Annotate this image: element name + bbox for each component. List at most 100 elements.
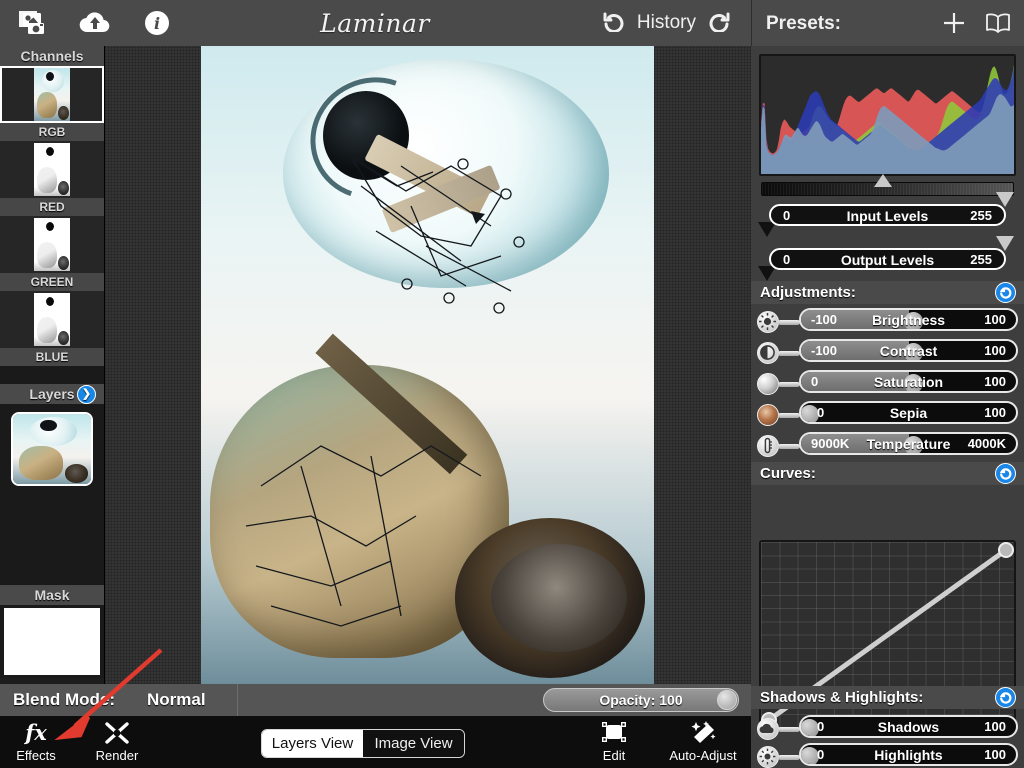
render-label: Render [95,748,139,763]
adjustments-header: Adjustments: [751,281,1024,304]
curves-header-label: Curves: [760,465,816,482]
fx-icon: fx [5,719,67,747]
curves-header: Curves: [751,462,1024,485]
top-toolbar: i Laminar History Presets: [0,0,1024,46]
tab-layers-view[interactable]: Layers View [262,730,363,757]
shadows-highlights-header-label: Shadows & Highlights: [760,689,924,706]
svg-text:fx: fx [23,720,47,745]
input-levels-row[interactable]: 0 Input Levels 255 [751,192,1024,237]
output-levels-label: Output Levels [840,252,935,268]
cloud-icon [757,718,779,740]
output-levels-slider[interactable]: 0 Output Levels 255 [769,248,1006,270]
adjustment-row-temperature[interactable]: 9000K Temperature 4000K [751,432,1024,462]
sketch-overlay [245,152,525,627]
temperature-slider[interactable]: 9000K Temperature 4000K [799,432,1018,455]
crop-transform-icon [583,719,645,747]
laminar-app: i Laminar History Presets: Channels RGB … [0,0,1024,768]
chevron-right-icon[interactable]: ❯ [77,385,96,404]
shadows-slider[interactable]: 0 Shadows 100 [799,715,1018,738]
channel-item-blue[interactable]: BLUE [0,291,104,366]
input-levels-slider[interactable]: 0 Input Levels 255 [769,204,1006,226]
blend-mode-value[interactable]: Normal [147,690,206,710]
opacity-slider[interactable]: Opacity: 100 [543,688,739,712]
blend-mode-label: Blend Mode: [13,690,115,709]
brush-pencil-icon [86,719,148,747]
layer-list [0,404,104,585]
tab-image-view[interactable]: Image View [363,730,464,757]
adjustment-row-saturation[interactable]: 0 Saturation 100 [751,370,1024,400]
channel-thumbnail-blue [0,291,104,348]
histogram-chart[interactable] [759,54,1016,176]
layers-header: Layers ❯ [0,384,104,404]
channel-label-blue: BLUE [0,348,104,366]
adjustment-row-highlights[interactable]: 0 Highlights 100 [751,743,1024,768]
input-levels-high: 255 [970,208,992,223]
highlights-slider[interactable]: 0 Highlights 100 [799,743,1018,766]
view-toggle[interactable]: Layers View Image View [261,729,465,758]
auto-adjust-button[interactable]: Auto-Adjust [661,719,745,763]
right-sidebar: 0 Input Levels 255 0 Output Levels 255 A… [751,46,1024,768]
list-item[interactable] [11,412,93,486]
saturation-slider[interactable]: 0 Saturation 100 [799,370,1018,393]
contrast-high: 100 [984,343,1006,358]
opacity-label: Opacity: 100 [599,692,683,708]
channel-label-rgb: RGB [0,123,104,141]
shadows-highlights-reset-icon[interactable] [995,687,1016,708]
render-button[interactable]: Render [86,719,148,763]
effects-button[interactable]: fx Effects [5,719,67,763]
input-levels-label: Input Levels [846,208,929,224]
channel-label-red: RED [0,198,104,216]
undo-icon[interactable] [599,10,625,37]
sun-icon [757,311,779,333]
canvas-photo[interactable] [201,46,654,684]
blend-bar-divider [237,684,238,716]
channel-item-rgb[interactable]: RGB [0,66,104,141]
output-levels-row[interactable]: 0 Output Levels 255 [751,236,1024,281]
mask-thumbnail[interactable] [0,605,104,678]
saturation-high: 100 [984,374,1006,389]
sepia-slider[interactable]: 0 Sepia 100 [799,401,1018,424]
channel-label-green: GREEN [0,273,104,291]
contrast-slider[interactable]: -100 Contrast 100 [799,339,1018,362]
adjustment-row-contrast[interactable]: -100 Contrast 100 [751,339,1024,369]
history-label[interactable]: History [637,12,696,34]
adjustments-reset-icon[interactable] [995,282,1016,303]
redo-icon[interactable] [708,10,734,37]
adjustment-row-shadows[interactable]: 0 Shadows 100 [751,715,1024,745]
adjustment-row-sepia[interactable]: 0 Sepia 100 [751,401,1024,431]
app-title: Laminar [320,8,430,38]
channel-thumbnail-red [0,141,104,198]
channel-thumbnail-green [0,216,104,273]
opacity-slider-knob[interactable] [717,690,737,710]
history-controls: History [599,0,734,46]
channels-spacer [0,366,104,384]
sepia-icon [757,404,779,426]
book-icon[interactable] [982,6,1014,40]
plus-icon[interactable] [938,6,970,40]
output-levels-high: 255 [970,252,992,267]
sunburst-icon [757,746,779,768]
channels-header: Channels [0,46,104,66]
channel-thumbnail-rgb [0,66,104,123]
curves-reset-icon[interactable] [995,463,1016,484]
channel-item-red[interactable]: RED [0,141,104,216]
edit-label: Edit [602,748,626,763]
auto-adjust-label: Auto-Adjust [669,748,737,763]
sepia-high: 100 [984,405,1006,420]
saturation-icon [757,373,779,395]
temperature-high: 4000K [967,436,1006,451]
image-canvas[interactable] [105,46,751,684]
contrast-icon [757,342,779,364]
highlights-high: 100 [984,747,1006,762]
presets-label: Presets: [766,13,841,34]
layers-header-label: Layers [29,386,75,402]
channel-item-green[interactable]: GREEN [0,216,104,291]
adjustment-row-brightness[interactable]: -100 Brightness 100 [751,308,1024,338]
shadows-highlights-header: Shadows & Highlights: [751,686,1024,709]
thermometer-icon [757,435,779,457]
gamma-marker[interactable] [874,174,892,187]
magic-wand-icon [661,719,745,747]
adjustments-header-label: Adjustments: [760,284,856,301]
brightness-slider[interactable]: -100 Brightness 100 [799,308,1018,331]
edit-button[interactable]: Edit [583,719,645,763]
